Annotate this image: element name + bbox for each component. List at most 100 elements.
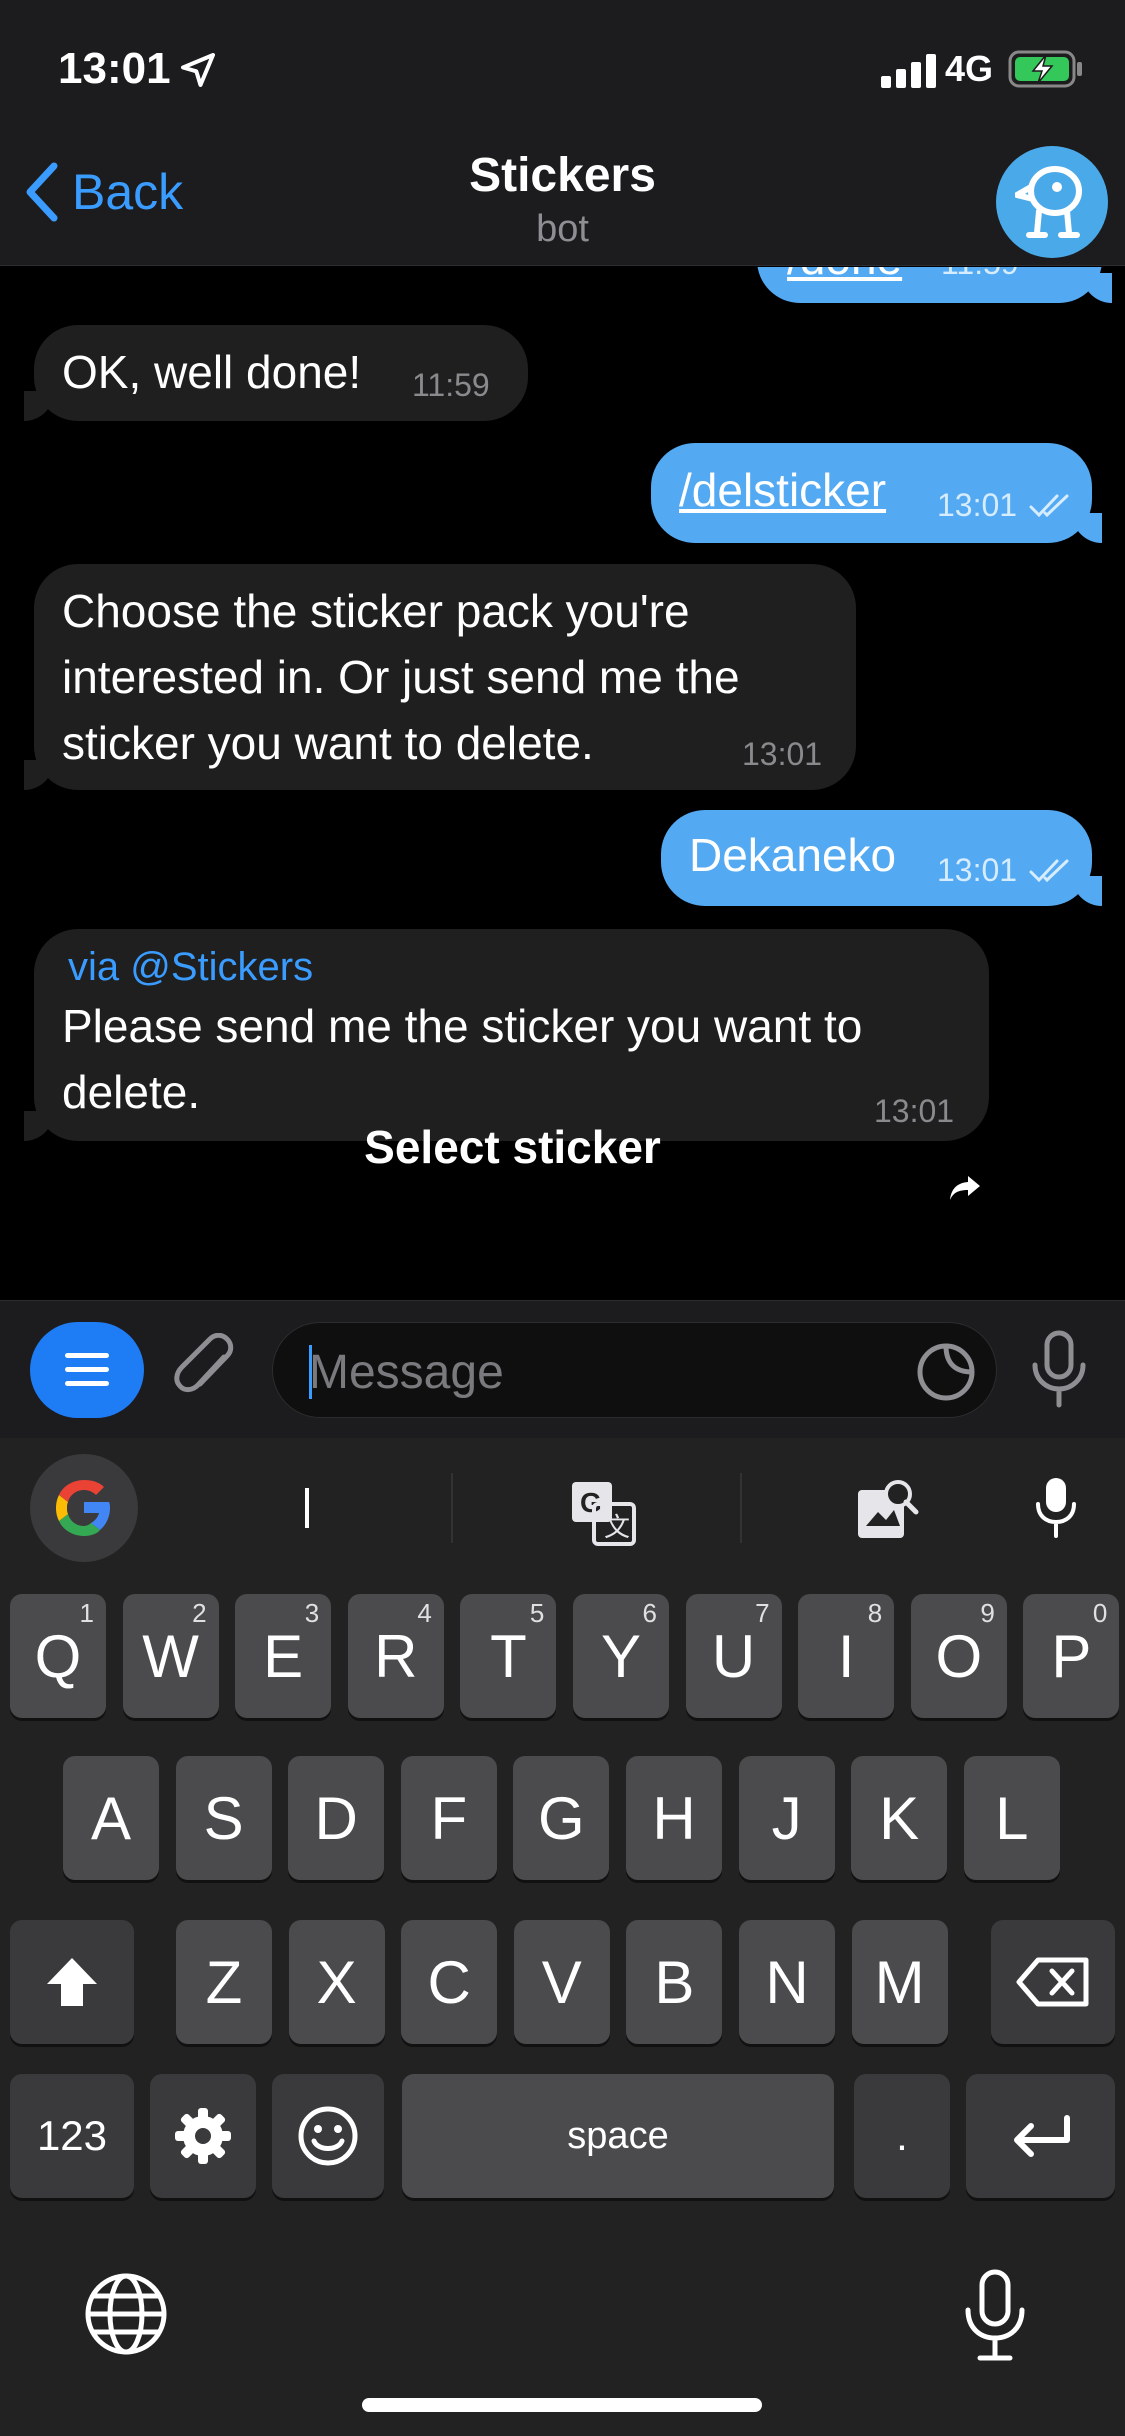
message-incoming[interactable]: via @Stickers Please send me the sticker… [24, 929, 989, 1141]
menu-icon [65, 1353, 109, 1386]
key-c[interactable]: C [401, 1920, 498, 2044]
key-t[interactable]: T5 [460, 1594, 557, 1718]
key-k[interactable]: K [851, 1756, 948, 1880]
key-l[interactable]: L [963, 1756, 1060, 1880]
shift-icon [47, 1958, 97, 2006]
key-n[interactable]: N [739, 1920, 835, 2044]
message-outgoing[interactable]: /done 11:59 [757, 267, 1112, 303]
dictation-mic-icon[interactable] [962, 2268, 1028, 2364]
settings-key[interactable] [150, 2074, 256, 2198]
key-d[interactable]: D [288, 1756, 385, 1880]
message-input[interactable]: Message [272, 1322, 997, 1418]
message-time: 11:59 [941, 267, 1019, 282]
return-key[interactable] [966, 2074, 1115, 2198]
gear-icon [175, 2108, 231, 2164]
home-indicator[interactable] [362, 2398, 762, 2412]
bubble-tail [1082, 273, 1112, 303]
key-hint: 6 [642, 1598, 657, 1628]
message-time: 13:01 [937, 487, 1018, 523]
key-hint: 4 [417, 1598, 432, 1628]
key-hint: 9 [980, 1598, 995, 1628]
svg-text:文: 文 [604, 1513, 630, 1543]
key-hint: 5 [529, 1598, 545, 1628]
numbers-key[interactable]: 123 [10, 2074, 134, 2198]
key-h[interactable]: H [626, 1756, 722, 1880]
status-time: 13:01 [58, 44, 171, 93]
suggestion-strip: G 文 [0, 1438, 1125, 1578]
image-search-icon[interactable] [854, 1476, 920, 1542]
key-hint: 8 [867, 1598, 883, 1628]
paperclip-icon[interactable] [172, 1333, 242, 1407]
key-i[interactable]: I8 [798, 1594, 895, 1718]
bot-menu-button[interactable] [30, 1322, 144, 1418]
translate-icon[interactable]: G 文 [568, 1478, 638, 1548]
key-s[interactable]: S [175, 1756, 272, 1880]
message-outgoing[interactable]: /delsticker 13:01 [651, 443, 1102, 543]
key-x[interactable]: X [288, 1920, 385, 2044]
sticker-icon[interactable] [915, 1341, 977, 1403]
message-time: 13:01 [937, 852, 1018, 888]
shift-key[interactable] [10, 1920, 134, 2044]
key-f[interactable]: F [400, 1756, 497, 1880]
double-check-icon [1029, 859, 1069, 883]
select-sticker-button[interactable]: Select sticker [0, 1120, 1025, 1174]
key-hint: 2 [192, 1598, 207, 1628]
sticker-bot-icon [1015, 166, 1082, 238]
cursor-mode-icon[interactable] [305, 1488, 309, 1528]
chat-subtitle: bot [536, 208, 589, 250]
key-p[interactable]: P0 [1023, 1594, 1120, 1718]
top-bar: 13:01 4G Back Stickers bot [0, 0, 1125, 266]
double-check-icon [1029, 494, 1069, 518]
voice-input-icon[interactable] [1034, 1476, 1078, 1540]
divider [451, 1473, 453, 1543]
key-g[interactable]: G [513, 1756, 610, 1880]
message-outgoing[interactable]: Dekaneko 13:01 [661, 810, 1102, 906]
key-hint: 7 [755, 1598, 770, 1628]
key-u[interactable]: U7 [685, 1594, 782, 1718]
key-v[interactable]: V [513, 1920, 610, 2044]
keyboard: G 文 Q1W2E3R4T5Y6U7I8O9P0 ASDFGHJKL ZXCVB… [0, 1438, 1125, 2436]
key-e[interactable]: E3 [235, 1594, 332, 1718]
bubble-tail [24, 760, 54, 790]
network-type: 4G [945, 48, 994, 89]
message-text[interactable]: /delsticker [679, 457, 886, 523]
key-o[interactable]: O9 [910, 1594, 1007, 1718]
share-arrow-icon[interactable] [948, 1174, 982, 1202]
key-m[interactable]: M [851, 1920, 948, 2044]
backspace-icon [1016, 1957, 1089, 2007]
key-r[interactable]: R4 [347, 1594, 444, 1718]
key-z[interactable]: Z [176, 1920, 272, 2044]
key-y[interactable]: Y6 [573, 1594, 669, 1718]
bubble-tail [1072, 876, 1102, 906]
period-key[interactable]: . [854, 2074, 950, 2198]
space-key[interactable]: space [402, 2074, 834, 2198]
message-time: 11:59 [412, 367, 490, 403]
key-q[interactable]: Q1 [10, 1594, 106, 1718]
backspace-key[interactable] [991, 1920, 1115, 2044]
key-w[interactable]: W2 [122, 1594, 219, 1718]
key-hint: 3 [304, 1598, 320, 1628]
cellular-signal-icon [881, 54, 936, 88]
message-text: Choose the sticker pack you're intereste… [62, 585, 740, 769]
message-text: OK, well done! [62, 346, 362, 398]
key-a[interactable]: A [63, 1756, 159, 1880]
chat-title: Stickers [469, 149, 656, 202]
message-text[interactable]: /done [787, 267, 902, 291]
key-hint: 0 [1092, 1598, 1108, 1628]
key-b[interactable]: B [626, 1920, 723, 2044]
bot-avatar[interactable] [996, 146, 1108, 258]
message-input-bar: Message [0, 1300, 1125, 1438]
bubble-tail [24, 391, 54, 421]
microphone-icon[interactable] [1028, 1329, 1090, 1409]
bubble-tail [1072, 513, 1102, 543]
message-incoming[interactable]: Choose the sticker pack you're intereste… [24, 564, 856, 790]
google-icon[interactable] [30, 1454, 138, 1562]
globe-icon[interactable] [84, 2272, 168, 2356]
key-j[interactable]: J [738, 1756, 835, 1880]
emoji-key[interactable] [272, 2074, 384, 2198]
message-time: 13:01 [742, 736, 823, 772]
return-icon [1013, 2115, 1070, 2157]
message-incoming[interactable]: OK, well done! 11:59 [24, 325, 528, 421]
emoji-icon [298, 2106, 358, 2166]
via-bot-label[interactable]: via @Stickers [68, 945, 313, 990]
